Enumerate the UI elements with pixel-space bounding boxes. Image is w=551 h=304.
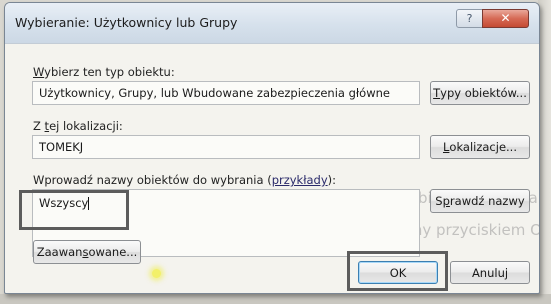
title-bar[interactable]: Wybieranie: Użytkownicy lub Grupy ? ✕	[5, 3, 539, 44]
object-types-button-label: ypy obiektów...	[440, 86, 527, 100]
advanced-b: owane...	[88, 245, 138, 259]
location-label: Z tej lokalizacji:	[33, 119, 123, 133]
object-names-label-end: ):	[327, 173, 337, 187]
check-names-button[interactable]: Sp rawdź nazwy	[430, 189, 530, 213]
cancel-button[interactable]: Anuluj	[450, 261, 530, 284]
location-label-b: ej lokalizacji:	[49, 119, 123, 133]
window-title: Wybieranie: Użytkownicy lub Grupy	[15, 15, 238, 30]
object-types-button-accel: T	[433, 86, 441, 100]
check-names-accel: p	[442, 194, 450, 208]
check-names-b: rawdź nazwy	[449, 194, 525, 208]
location-label-a: Z	[33, 119, 45, 133]
advanced-a: Zaawan	[36, 245, 83, 259]
help-button[interactable]: ?	[456, 9, 483, 28]
highlight-box-input	[19, 190, 129, 230]
object-types-button[interactable]: Typy obiektów...	[430, 81, 530, 105]
object-type-label: Wybierz ten typ obiektu:	[33, 65, 175, 79]
examples-link[interactable]: przykłady	[272, 173, 328, 187]
background-page-bottom	[0, 294, 551, 304]
check-names-a: S	[435, 194, 443, 208]
locations-button[interactable]: Lokalizacje...	[430, 135, 530, 159]
locations-button-label: okalizacje...	[449, 140, 517, 154]
mouse-pointer-highlight	[152, 269, 161, 278]
object-type-label-accel: W	[33, 65, 45, 79]
object-type-field: Użytkownicy, Grupy, lub Wbudowane zabezp…	[32, 81, 420, 105]
object-type-label-text: ybierz ten typ obiektu:	[44, 65, 175, 79]
advanced-button[interactable]: Zaawan s owane...	[33, 240, 141, 264]
highlight-box-ok	[347, 251, 448, 291]
help-icon: ?	[466, 12, 473, 25]
location-field: TOMEKJ	[32, 135, 420, 159]
object-names-label-text: Wprowadź nazwy obiektów do wybrania (	[33, 173, 272, 187]
object-names-label: Wprowadź nazwy obiektów do wybrania (prz…	[33, 173, 336, 187]
select-users-dialog: sobieraj ani ozona ateryzowany przyciski…	[4, 2, 540, 294]
close-button[interactable]: ✕	[482, 9, 529, 28]
close-icon: ✕	[500, 11, 511, 25]
